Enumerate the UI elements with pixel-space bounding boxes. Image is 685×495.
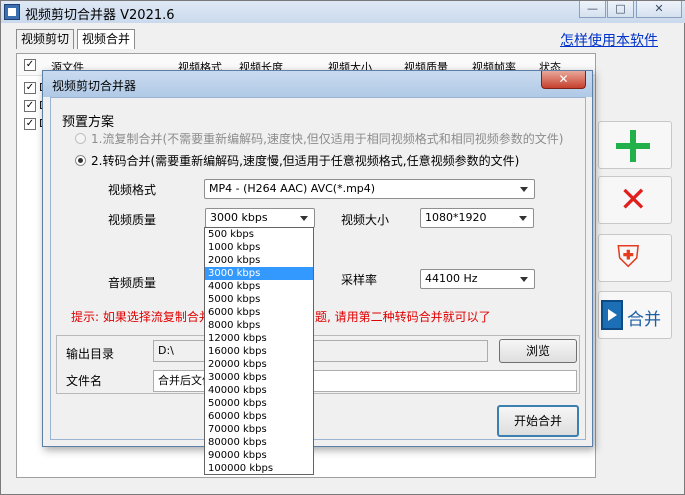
quality-option[interactable]: 50000 kbps <box>205 397 313 410</box>
row-checkbox[interactable]: ✓ <box>24 82 36 94</box>
filename-label: 文件名 <box>66 374 103 388</box>
quality-option[interactable]: 12000 kbps <box>205 332 313 345</box>
video-format-select[interactable]: MP4 - (H264 AAC) AVC(*.mp4) <box>204 179 535 199</box>
browse-button[interactable]: 浏览 <box>499 339 577 363</box>
dialog-title: 视频剪切合并器 <box>52 79 137 93</box>
output-dir-label: 输出目录 <box>66 347 115 361</box>
video-quality-label: 视频质量 <box>108 213 157 227</box>
chevron-down-icon <box>519 216 527 221</box>
video-format-value: MP4 - (H264 AAC) AVC(*.mp4) <box>209 182 376 195</box>
video-quality-select[interactable]: 3000 kbps <box>205 208 315 228</box>
chevron-down-icon <box>300 216 308 221</box>
close-button[interactable]: ✕ <box>636 1 682 18</box>
sample-rate-label: 采样率 <box>341 273 378 287</box>
chevron-down-icon <box>520 187 528 192</box>
film-icon <box>601 300 623 330</box>
video-quality-dropdown[interactable]: 500 kbps 1000 kbps 2000 kbps 3000 kbps 4000 … <box>204 227 314 475</box>
dialog-close-button[interactable]: ✕ <box>541 71 586 89</box>
delete-icon: ✕ <box>619 180 648 220</box>
audio-quality-label: 音频质量 <box>108 276 157 290</box>
help-link[interactable]: 怎样使用本软件 <box>560 30 658 50</box>
video-size-select[interactable]: 1080*1920 <box>420 208 534 228</box>
broom-icon: ⛨ <box>617 240 640 275</box>
quality-option[interactable]: 4000 kbps <box>205 280 313 293</box>
transcode-label[interactable]: 2.转码合并(需要重新编解码,速度慢,但适用于任意视频格式,任意视频参数的文件) <box>91 152 519 169</box>
hint-text-left: 提示: 如果选择流复制合并 <box>71 310 211 324</box>
quality-option[interactable]: 80000 kbps <box>205 436 313 449</box>
clear-list-button[interactable]: ⛨ <box>598 234 672 282</box>
dialog-title-bar[interactable]: 视频剪切合并器 ✕ <box>43 71 592 97</box>
quality-option[interactable]: 70000 kbps <box>205 423 313 436</box>
video-size-label: 视频大小 <box>341 213 390 227</box>
quality-option[interactable]: 16000 kbps <box>205 345 313 358</box>
quality-option[interactable]: 5000 kbps <box>205 293 313 306</box>
quality-option[interactable]: 60000 kbps <box>205 410 313 423</box>
delete-file-button[interactable]: ✕ <box>598 176 672 224</box>
app-icon <box>4 4 20 20</box>
output-panel: 输出目录 D:\ 浏览 文件名 合并后文件 <box>56 335 580 394</box>
quality-option[interactable]: 90000 kbps <box>205 449 313 462</box>
quality-option[interactable]: 6000 kbps <box>205 306 313 319</box>
dialog-body: 预置方案 1.流复制合并(不需要重新编解码,速度快,但仅适用于相同视频格式和相同… <box>50 97 586 440</box>
main-title-bar[interactable]: 视频剪切合并器 V2021.6 — □ ✕ <box>1 1 685 23</box>
merge-button-label: 合并 <box>627 310 661 330</box>
window-title: 视频剪切合并器 V2021.6 <box>25 8 175 23</box>
video-quality-value: 3000 kbps <box>210 211 268 224</box>
stream-copy-label[interactable]: 1.流复制合并(不需要重新编解码,速度快,但仅适用于相同视频格式和相同视频参数的… <box>91 130 563 147</box>
hint-text-right: 题, 请用第二种转码合并就可以了 <box>315 310 491 324</box>
transcode-radio[interactable] <box>75 155 86 166</box>
quality-option[interactable]: 500 kbps <box>205 228 313 241</box>
row-checkbox[interactable]: ✓ <box>24 118 36 130</box>
sample-rate-value: 44100 Hz <box>425 272 478 285</box>
sample-rate-select[interactable]: 44100 Hz <box>420 269 535 289</box>
quality-option[interactable]: 100000 kbps <box>205 462 313 475</box>
quality-option[interactable]: 2000 kbps <box>205 254 313 267</box>
quality-option[interactable]: 3000 kbps <box>205 267 313 280</box>
select-all-checkbox[interactable]: ✓ <box>24 59 36 71</box>
start-merge-button[interactable]: 开始合并 <box>497 405 579 437</box>
quality-option[interactable]: 8000 kbps <box>205 319 313 332</box>
row-checkbox[interactable]: ✓ <box>24 100 36 112</box>
quality-option[interactable]: 1000 kbps <box>205 241 313 254</box>
tab-video-merge[interactable]: 视频合并 <box>77 29 136 49</box>
stream-copy-radio[interactable] <box>75 133 86 144</box>
maximize-button[interactable]: □ <box>607 1 634 18</box>
quality-option[interactable]: 40000 kbps <box>205 384 313 397</box>
quality-option[interactable]: 20000 kbps <box>205 358 313 371</box>
quality-option[interactable]: 30000 kbps <box>205 371 313 384</box>
add-file-button[interactable] <box>598 121 672 169</box>
preset-label: 预置方案 <box>62 115 115 130</box>
chevron-down-icon <box>520 277 528 282</box>
minimize-button[interactable]: — <box>579 1 606 18</box>
merge-dialog: 视频剪切合并器 ✕ 预置方案 1.流复制合并(不需要重新编解码,速度快,但仅适用… <box>42 70 593 447</box>
video-format-label: 视频格式 <box>108 183 157 197</box>
merge-button[interactable]: 合并 <box>598 291 672 339</box>
video-size-value: 1080*1920 <box>425 211 487 224</box>
tab-video-cut[interactable]: 视频剪切 <box>16 29 75 49</box>
